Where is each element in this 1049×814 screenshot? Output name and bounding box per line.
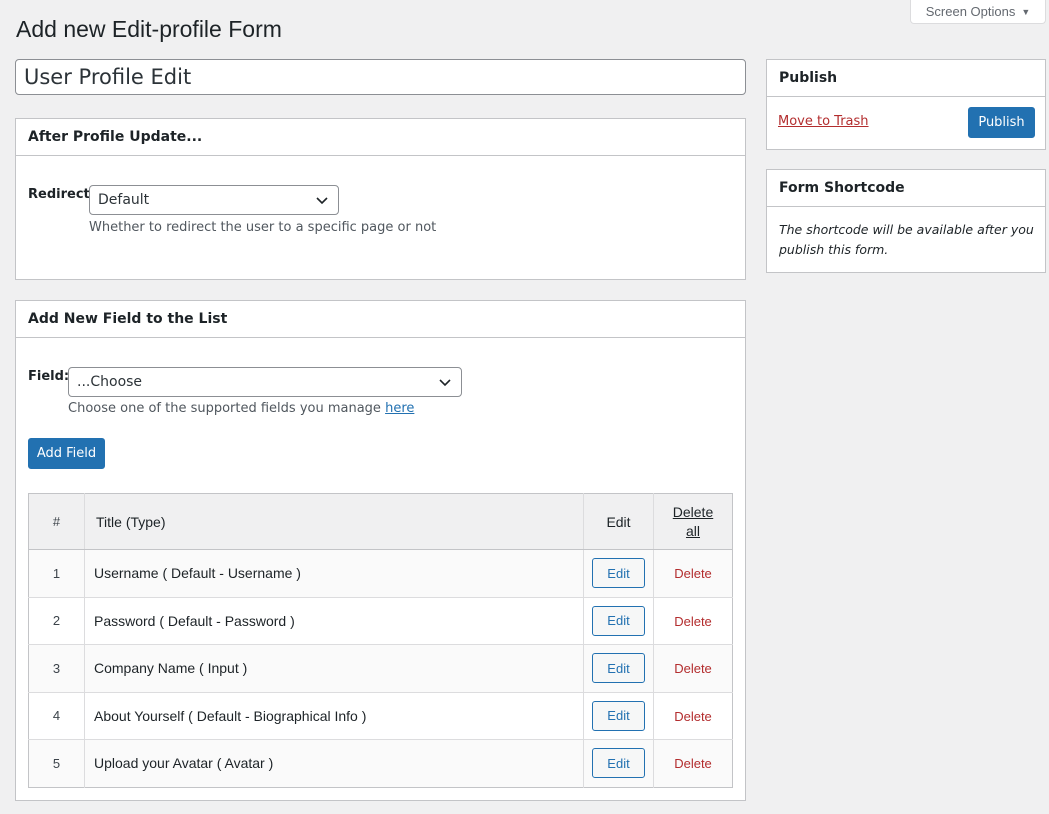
redirect-select-value: Default	[98, 192, 150, 208]
col-header-num: #	[28, 493, 85, 550]
row-number: 1	[28, 549, 85, 598]
edit-button[interactable]: Edit	[592, 653, 645, 684]
row-delete-cell: Delete	[653, 597, 733, 645]
form-shortcode-header: Form Shortcode	[767, 170, 1045, 207]
add-new-field-box: Add New Field to the List Field: ...Choo…	[15, 300, 746, 801]
edit-button[interactable]: Edit	[592, 605, 645, 636]
screen-options-button[interactable]: Screen Options ▼	[910, 0, 1046, 24]
table-row: 2 Password ( Default - Password ) Edit Dele…	[28, 597, 733, 645]
form-title-input[interactable]	[15, 59, 746, 95]
delete-link[interactable]: Delete	[674, 566, 712, 581]
row-title: Username ( Default - Username )	[84, 549, 584, 598]
row-title: Password ( Default - Password )	[84, 597, 584, 645]
delete-link[interactable]: Delete	[674, 661, 712, 676]
row-edit-cell: Edit	[583, 692, 654, 740]
col-header-edit: Edit	[583, 493, 654, 550]
chevron-down-icon	[316, 197, 328, 205]
move-to-trash-link[interactable]: Move to Trash	[778, 114, 869, 129]
edit-button[interactable]: Edit	[592, 700, 645, 731]
row-delete-cell: Delete	[653, 739, 733, 787]
row-number: 2	[28, 597, 85, 645]
row-delete-cell: Delete	[653, 549, 733, 598]
field-hint: Choose one of the supported fields you m…	[68, 401, 414, 416]
col-header-title: Title (Type)	[84, 493, 584, 550]
table-header-row: # Title (Type) Edit Delete all	[28, 493, 733, 550]
row-title: Company Name ( Input )	[84, 644, 584, 693]
form-shortcode-box: Form Shortcode The shortcode will be ava…	[766, 169, 1046, 273]
field-label: Field:	[28, 369, 70, 384]
page-title: Add new Edit-profile Form	[16, 16, 282, 42]
field-select[interactable]: ...Choose	[68, 367, 462, 397]
table-row: 3 Company Name ( Input ) Edit Delete	[28, 644, 733, 693]
row-title: Upload your Avatar ( Avatar )	[84, 739, 584, 787]
publish-box: Publish Move to Trash Publish	[766, 59, 1046, 150]
row-edit-cell: Edit	[583, 739, 654, 787]
table-row: 4 About Yourself ( Default - Biographical…	[28, 692, 733, 740]
col-header-delete-all: Delete all	[653, 493, 733, 550]
caret-down-icon: ▼	[1021, 6, 1031, 17]
delete-link[interactable]: Delete	[674, 756, 712, 771]
add-new-field-header: Add New Field to the List	[16, 301, 745, 338]
screen-options-label: Screen Options	[925, 4, 1016, 19]
redirect-select[interactable]: Default	[89, 185, 339, 215]
publish-button[interactable]: Publish	[968, 107, 1035, 138]
field-select-value: ...Choose	[77, 374, 143, 390]
row-edit-cell: Edit	[583, 644, 654, 693]
field-hint-text: Choose one of the supported fields you m…	[68, 401, 381, 416]
after-profile-update-header: After Profile Update...	[16, 119, 745, 156]
edit-button[interactable]: Edit	[592, 748, 645, 779]
row-edit-cell: Edit	[583, 597, 654, 645]
table-row: 5 Upload your Avatar ( Avatar ) Edit Delete	[28, 739, 733, 787]
chevron-down-icon	[439, 379, 451, 387]
field-hint-link[interactable]: here	[385, 401, 414, 416]
fields-table: # Title (Type) Edit Delete all 1 Username…	[28, 493, 733, 788]
row-number: 4	[28, 692, 85, 740]
redirect-hint: Whether to redirect the user to a specif…	[89, 220, 437, 235]
table-row: 1 Username ( Default - Username ) Edit Dele…	[28, 549, 733, 598]
row-delete-cell: Delete	[653, 692, 733, 740]
delete-link[interactable]: Delete	[674, 709, 712, 724]
row-number: 3	[28, 644, 85, 693]
publish-header: Publish	[767, 60, 1045, 97]
row-title: About Yourself ( Default - Biographical …	[84, 692, 584, 740]
delete-link[interactable]: Delete	[674, 614, 712, 629]
after-profile-update-box: After Profile Update... Redirect: Defaul…	[15, 118, 746, 280]
row-edit-cell: Edit	[583, 549, 654, 598]
add-field-button[interactable]: Add Field	[28, 438, 105, 469]
delete-all-link[interactable]: Delete all	[671, 503, 715, 541]
edit-button[interactable]: Edit	[592, 558, 645, 589]
redirect-label: Redirect:	[28, 187, 95, 202]
shortcode-text: The shortcode will be available after yo…	[779, 222, 1034, 257]
row-number: 5	[28, 739, 85, 787]
row-delete-cell: Delete	[653, 644, 733, 693]
